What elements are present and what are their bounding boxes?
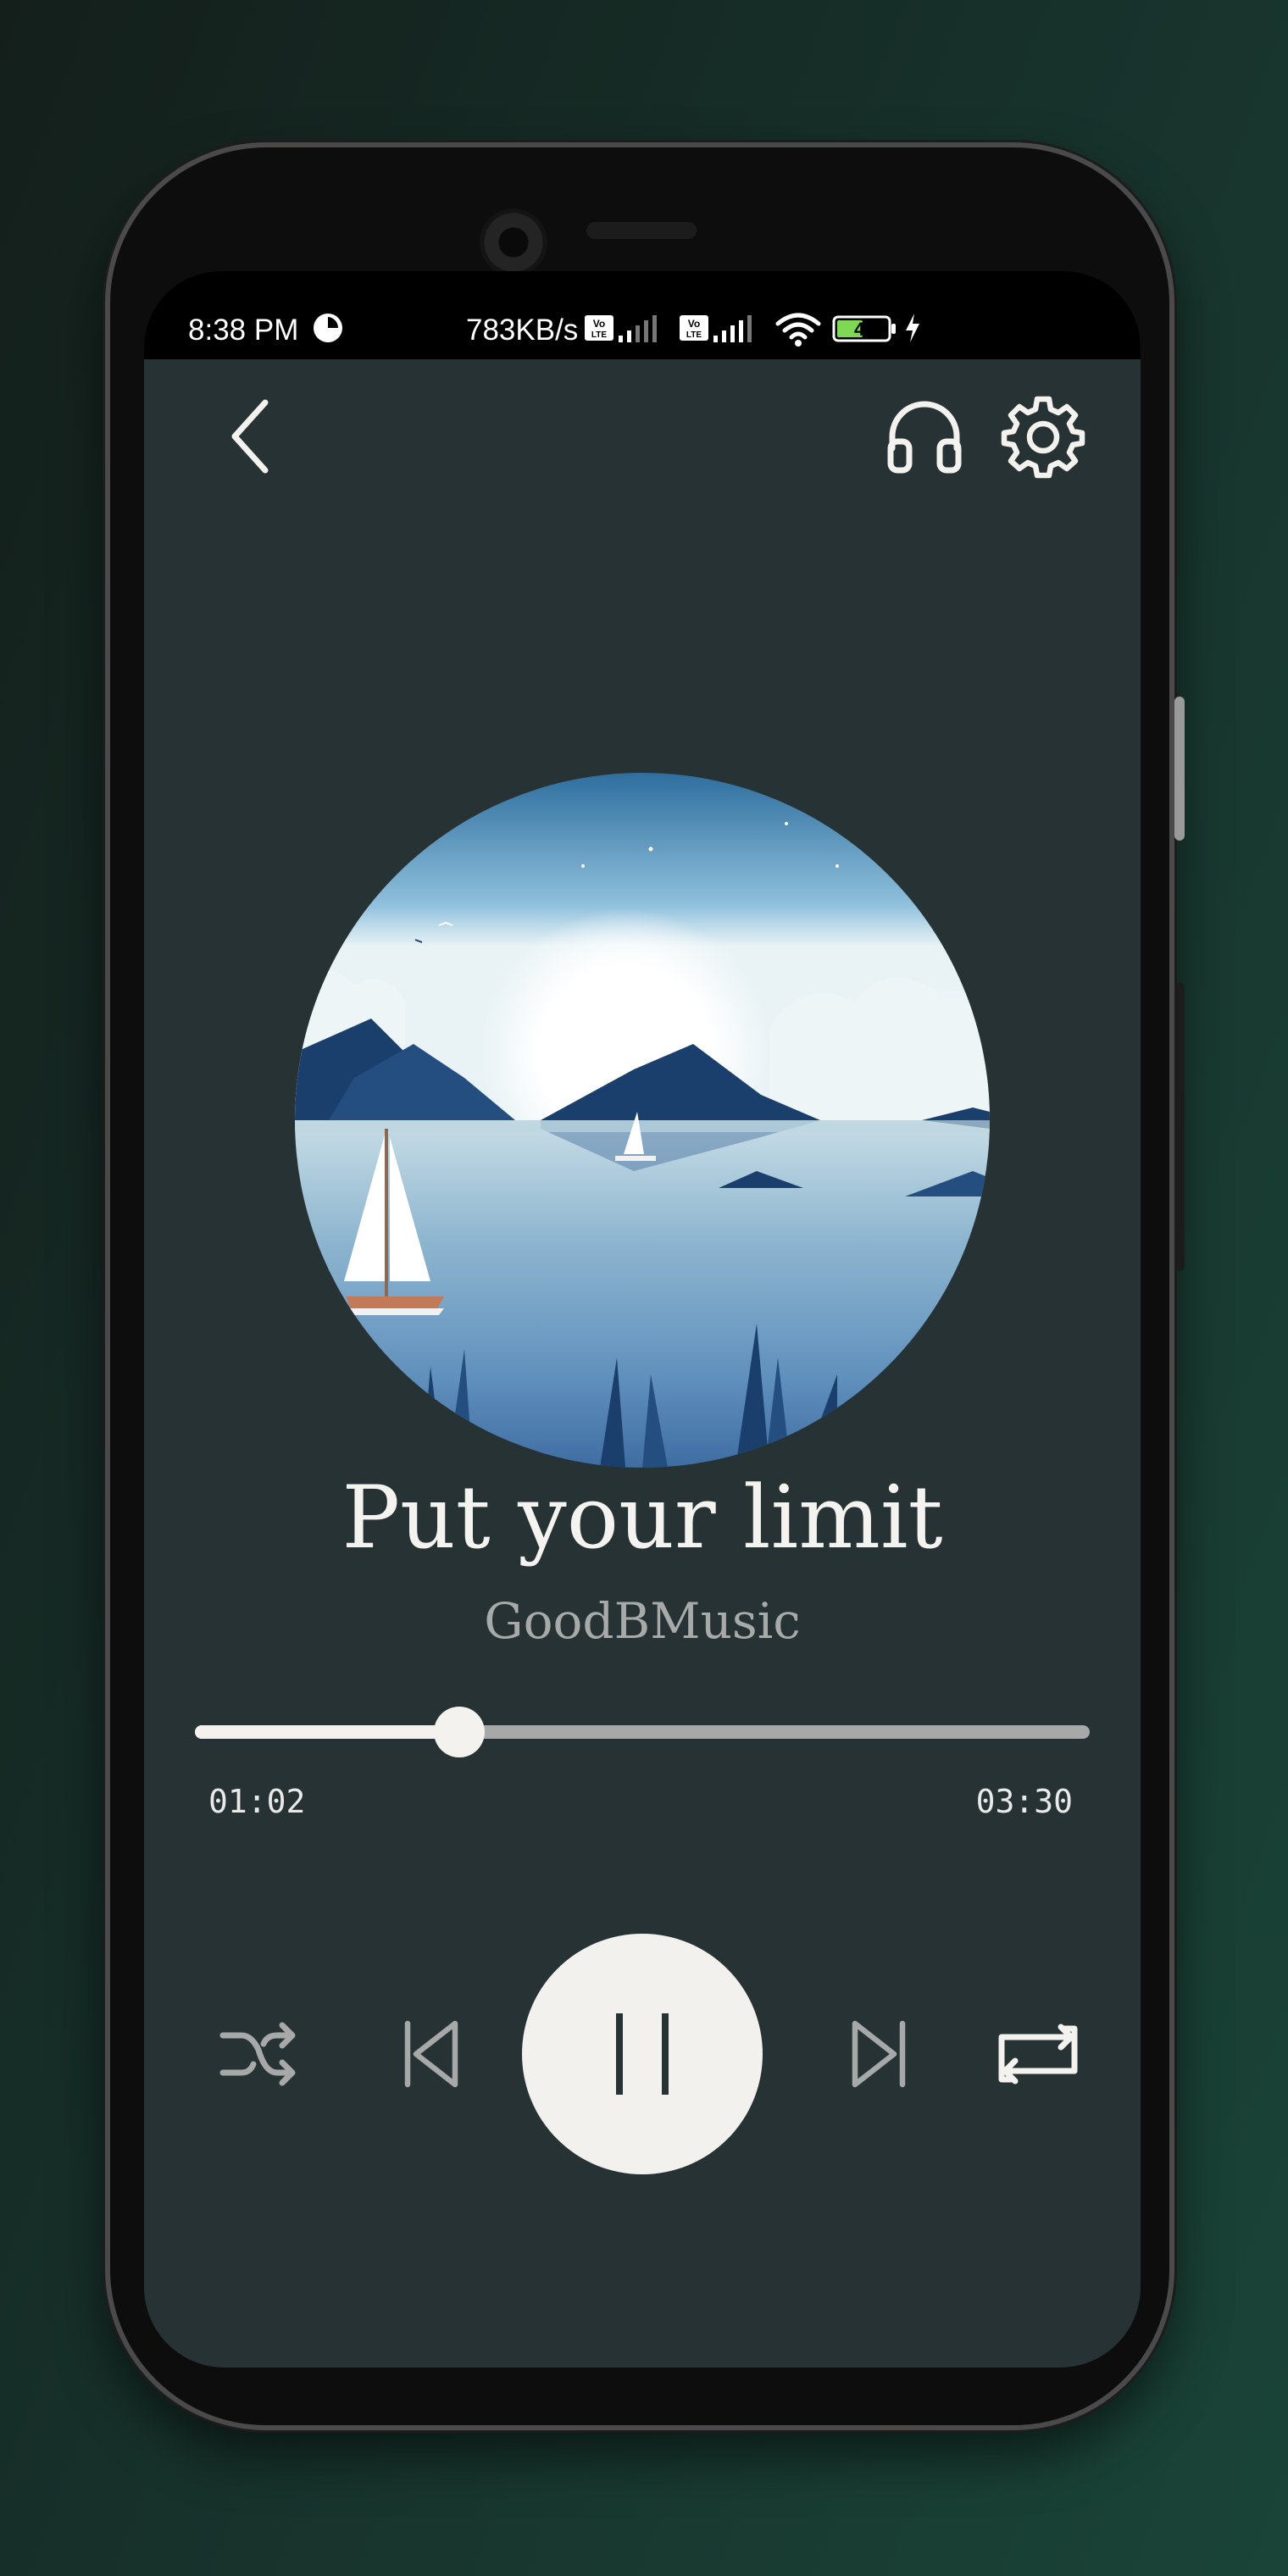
player-screen: Put your limit GoodBMusic 01:02 03:30 bbox=[144, 359, 1141, 2368]
network-speed: 783KB/s bbox=[466, 314, 579, 347]
battery-level: 44 bbox=[854, 319, 875, 340]
status-time: 8:38 PM bbox=[188, 314, 299, 347]
phone-screen: 8:38 PM 783KB/s Vo LTE Vo LTE 44 Put you… bbox=[144, 271, 1141, 2368]
volte-signal-icon-2: Vo LTE bbox=[680, 315, 752, 342]
svg-text:Vo: Vo bbox=[688, 318, 700, 330]
front-camera bbox=[480, 208, 547, 276]
repeat-icon bbox=[998, 2024, 1078, 2085]
elapsed-time: 01:02 bbox=[208, 1783, 306, 1820]
progress-fill bbox=[195, 1725, 459, 1739]
earpiece-speaker bbox=[586, 222, 697, 239]
track-artist: GoodBMusic bbox=[484, 1592, 801, 1650]
svg-text:LTE: LTE bbox=[591, 330, 607, 340]
play-pause-button[interactable] bbox=[522, 1934, 763, 2174]
skip-previous-icon bbox=[404, 2020, 458, 2088]
headphones-icon bbox=[887, 401, 962, 474]
total-duration: 03:30 bbox=[975, 1783, 1073, 1820]
volume-button bbox=[1174, 697, 1185, 841]
progress-handle[interactable] bbox=[433, 1707, 485, 1757]
pause-icon bbox=[616, 2013, 669, 2095]
track-title: Put your limit bbox=[341, 1468, 943, 1568]
progress-slider[interactable] bbox=[195, 1707, 1090, 1757]
repeat-button[interactable] bbox=[983, 2003, 1093, 2105]
gear-icon bbox=[1001, 396, 1085, 479]
svg-text:LTE: LTE bbox=[686, 330, 702, 340]
shuffle-button[interactable] bbox=[212, 2003, 305, 2105]
previous-button[interactable] bbox=[385, 2003, 478, 2105]
chevron-left-icon bbox=[231, 399, 269, 474]
next-button[interactable] bbox=[832, 2003, 925, 2105]
settings-button[interactable] bbox=[997, 390, 1090, 483]
shuffle-icon bbox=[219, 2022, 296, 2086]
back-button[interactable] bbox=[203, 390, 297, 483]
wifi-icon bbox=[775, 313, 821, 347]
status-bar: 8:38 PM 783KB/s Vo LTE Vo LTE 44 bbox=[144, 271, 1141, 359]
charging-icon bbox=[906, 314, 919, 342]
power-button bbox=[1174, 983, 1185, 1271]
skip-next-icon bbox=[852, 2020, 906, 2088]
svg-text:Vo: Vo bbox=[593, 318, 605, 330]
alarm-icon bbox=[314, 314, 342, 342]
album-artwork bbox=[295, 773, 990, 1468]
audio-output-button[interactable] bbox=[878, 390, 971, 483]
volte-signal-icon: Vo LTE bbox=[585, 315, 657, 342]
